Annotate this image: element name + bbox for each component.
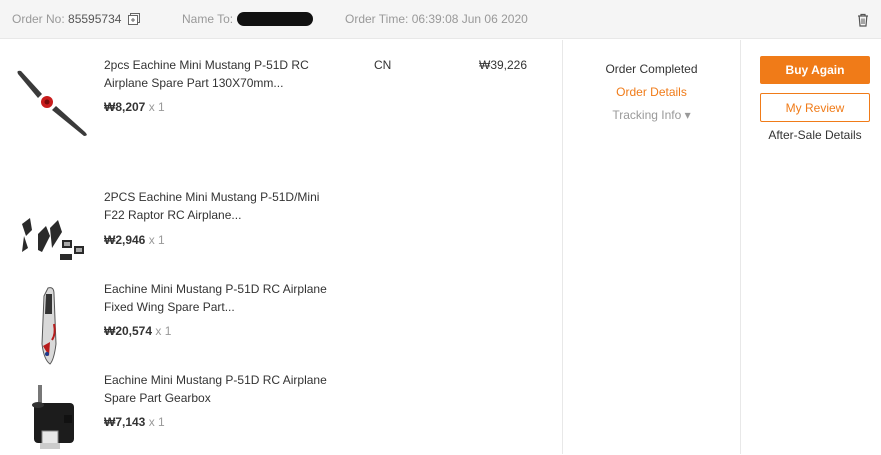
item-price: ₩7,143 x 1 — [104, 415, 165, 429]
order-details-link[interactable]: Order Details — [563, 81, 740, 104]
order-number-value: 85595734 — [68, 12, 122, 26]
item-quantity: x 1 — [148, 233, 165, 247]
ship-from-country: CN — [374, 58, 392, 72]
buy-again-button[interactable]: Buy Again — [760, 56, 870, 84]
item-quantity: x 1 — [148, 100, 165, 114]
item-price-value: ₩20,574 — [104, 324, 153, 338]
item-quantity: x 1 — [155, 324, 172, 338]
item-title[interactable]: 2PCS Eachine Mini Mustang P-51D/Mini F22… — [104, 188, 336, 224]
item-price: ₩20,574 x 1 — [104, 324, 171, 338]
order-total: ₩39,226 — [479, 58, 528, 72]
fuselage-image[interactable] — [12, 284, 92, 368]
name-to-label: Name To: — [182, 12, 234, 26]
my-review-button[interactable]: My Review — [760, 93, 870, 122]
gearbox-image[interactable] — [12, 381, 92, 455]
order-status: Order Completed Order Details Tracking I… — [563, 58, 740, 127]
order-number-label: Order No: — [12, 12, 65, 26]
item-quantity: x 1 — [148, 415, 165, 429]
column-divider — [740, 40, 741, 454]
tracking-info-dropdown[interactable]: Tracking Info ▾ — [563, 104, 740, 127]
propeller-image[interactable] — [12, 60, 92, 140]
item-title[interactable]: Eachine Mini Mustang P-51D RC Airplane S… — [104, 371, 336, 407]
item-price-value: ₩2,946 — [104, 233, 146, 247]
item-price: ₩8,207 x 1 — [104, 100, 165, 114]
item-price: ₩2,946 x 1 — [104, 233, 165, 247]
copy-icon[interactable] — [128, 13, 140, 25]
order-time-value: 06:39:08 Jun 06 2020 — [411, 12, 528, 26]
order-header: Order No: 85595734 Name To: Order Time: … — [0, 0, 881, 39]
after-sale-details-link[interactable]: After-Sale Details — [760, 128, 870, 142]
item-title[interactable]: Eachine Mini Mustang P-51D RC Airplane F… — [104, 280, 336, 316]
order-time-label: Order Time: — [345, 12, 409, 26]
item-price-value: ₩8,207 — [104, 100, 146, 114]
item-title[interactable]: 2pcs Eachine Mini Mustang P-51D RC Airpl… — [104, 56, 336, 92]
item-price-value: ₩7,143 — [104, 415, 146, 429]
trash-icon[interactable] — [857, 13, 869, 27]
parts-image[interactable] — [12, 206, 92, 276]
order-time: Order Time: 06:39:08 Jun 06 2020 — [345, 12, 528, 26]
order-number: Order No: 85595734 — [12, 12, 121, 26]
redacted-recipient-name — [237, 12, 313, 26]
status-label: Order Completed — [605, 62, 698, 76]
